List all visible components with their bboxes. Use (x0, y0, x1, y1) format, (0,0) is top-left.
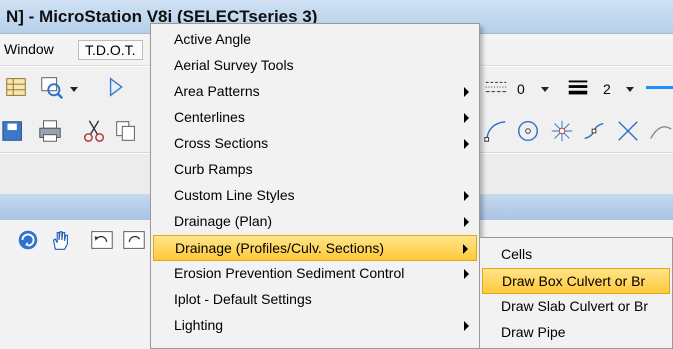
point-tool-icon[interactable] (548, 117, 576, 145)
menu-item-label: Drainage (Profiles/Culv. Sections) (175, 240, 385, 256)
menu-item-iplot-default-settings[interactable]: Iplot - Default Settings (153, 287, 477, 313)
menu-item-label: Draw Pipe (501, 324, 566, 340)
menu-item-label: Active Angle (174, 31, 252, 47)
menu-item-label: Drainage (Plan) (174, 213, 273, 229)
menu-item-aerial-survey-tools[interactable]: Aerial Survey Tools (153, 53, 477, 79)
level-display-icon[interactable] (38, 73, 66, 101)
menu-item-curb-ramps[interactable]: Curb Ramps (153, 157, 477, 183)
submenu-item-draw-box-culvert[interactable]: Draw Box Culvert or Br (482, 268, 670, 294)
menu-item-label: Cells (501, 246, 533, 262)
chevron-down-icon[interactable] (626, 87, 634, 92)
arc-edit-icon[interactable] (646, 117, 673, 145)
rotate-view-icon[interactable] (14, 226, 42, 254)
menu-item-custom-line-styles[interactable]: Custom Line Styles (153, 183, 477, 209)
menu-item-area-patterns[interactable]: Area Patterns (153, 79, 477, 105)
chevron-down-icon[interactable] (70, 87, 78, 92)
active-color-swatch[interactable] (646, 86, 673, 89)
menu-item-cross-sections[interactable]: Cross Sections (153, 131, 477, 157)
menu-item-lighting[interactable]: Lighting (153, 313, 477, 339)
circle-tool-icon[interactable] (514, 117, 542, 145)
menu-item-label: Area Patterns (174, 83, 260, 99)
menu-item-label: Lighting (174, 317, 224, 333)
print-icon[interactable] (36, 117, 64, 145)
menu-item-label: Curb Ramps (174, 161, 253, 177)
copy-icon[interactable] (112, 117, 140, 145)
tdot-menu: Active Angle Aerial Survey Tools Area Pa… (150, 23, 480, 349)
chevron-right-icon (463, 244, 468, 254)
submenu-item-cells[interactable]: Cells (482, 242, 670, 268)
menu-item-label: Draw Slab Culvert or Br (501, 298, 649, 314)
arc-tool-icon[interactable] (482, 117, 510, 145)
menu-item-drainage-plan[interactable]: Drainage (Plan) (153, 209, 477, 235)
pan-view-icon[interactable] (46, 226, 74, 254)
chevron-right-icon (464, 87, 469, 97)
chevron-right-icon (464, 321, 469, 331)
curve-tool-icon[interactable] (580, 117, 608, 145)
chevron-right-icon (464, 139, 469, 149)
menubar-item-window[interactable]: Window (4, 41, 54, 57)
line-weight-icon[interactable] (564, 73, 592, 101)
menu-item-centerlines[interactable]: Centerlines (153, 105, 477, 131)
menu-item-label: Iplot - Default Settings (174, 291, 312, 307)
chevron-down-icon[interactable] (541, 87, 549, 92)
line-style-value[interactable]: 0 (517, 81, 525, 97)
chevron-right-icon (464, 191, 469, 201)
line-weight-value[interactable]: 2 (603, 81, 611, 97)
menu-item-active-angle[interactable]: Active Angle (153, 27, 477, 53)
menu-item-label: Draw Box Culvert or Br (502, 273, 646, 289)
save-icon[interactable] (0, 117, 28, 145)
chevron-right-icon (464, 113, 469, 123)
line-style-icon[interactable] (482, 73, 510, 101)
menu-item-label: Aerial Survey Tools (174, 57, 294, 73)
menu-item-label: Cross Sections (174, 135, 269, 151)
submenu-item-draw-pipe[interactable]: Draw Pipe (482, 320, 670, 346)
drainage-profiles-submenu: Cells Draw Box Culvert or Br Draw Slab C… (479, 237, 673, 349)
menu-item-erosion-prevention[interactable]: Erosion Prevention Sediment Control (153, 261, 477, 287)
intersection-tool-icon[interactable] (614, 117, 642, 145)
menu-item-label: Centerlines (174, 109, 245, 125)
menu-item-label: Custom Line Styles (174, 187, 295, 203)
chevron-right-icon (464, 269, 469, 279)
submenu-item-draw-slab-culvert[interactable]: Draw Slab Culvert or Br (482, 294, 670, 320)
level-manager-icon[interactable] (2, 73, 30, 101)
menu-item-label: Erosion Prevention Sediment Control (174, 265, 405, 281)
menu-item-drainage-profiles[interactable]: Drainage (Profiles/Culv. Sections) (153, 235, 477, 261)
element-template-icon[interactable] (104, 73, 132, 101)
menubar-item-tdot[interactable]: T.D.O.T. (78, 40, 143, 60)
chevron-right-icon (464, 217, 469, 227)
cut-icon[interactable] (80, 117, 108, 145)
view-next-icon[interactable] (120, 226, 148, 254)
view-previous-icon[interactable] (88, 226, 116, 254)
